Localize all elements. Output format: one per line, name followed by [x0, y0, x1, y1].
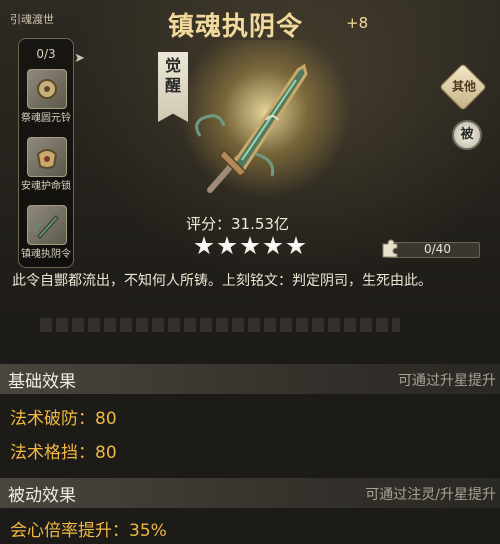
puzzle-piece-icon	[382, 239, 398, 258]
set-item-label: 镇魂执阴令	[21, 249, 71, 260]
basic-effects-title: 基础效果	[8, 372, 76, 392]
item-level: +8	[346, 14, 369, 32]
set-title: 引魂渡世	[10, 13, 54, 26]
stat-line: 法术格挡：80	[10, 443, 117, 463]
passive-effects-header: 被动效果 可通过注灵/升星提升	[0, 478, 500, 508]
rating-score: 评分：31.53亿	[186, 215, 289, 233]
item-name: 镇魂执阴令	[168, 12, 304, 42]
set-item-label: 祭魂圆元铃	[21, 113, 71, 124]
star-icon	[217, 236, 237, 255]
item-description: 此令自酆都流出，不知何人所铸。上刻铭文：判定阴司，生死由此。	[12, 273, 432, 289]
bell-icon	[27, 69, 67, 109]
star-icon	[240, 236, 260, 255]
lock-charm-icon	[27, 137, 67, 177]
weapon-token-image	[195, 63, 308, 193]
star-icon	[194, 236, 214, 255]
progress-text: 0/40	[424, 242, 451, 256]
expand-arrow-icon[interactable]: ➤	[74, 50, 88, 68]
star-rating	[194, 236, 309, 258]
passive-effects-hint: 可通过注灵/升星提升	[365, 487, 496, 503]
stat-line: 法术破防：80	[10, 409, 117, 429]
star-icon	[263, 236, 283, 255]
faded-background-text	[40, 318, 400, 332]
set-count: 0/3	[36, 47, 56, 61]
set-item-label: 安魂护命锁	[21, 181, 71, 192]
basic-effects-header: 基础效果 可通过升星提升	[0, 364, 500, 394]
passive-effects-title: 被动效果	[8, 486, 76, 506]
set-box: 0/3 祭魂圆元铃 安魂护命锁 镇魂执阴令	[18, 38, 74, 268]
sword-token-icon	[27, 205, 67, 245]
star-icon	[286, 236, 306, 255]
stat-line: 会心倍率提升：35%	[10, 521, 167, 541]
basic-effects-hint: 可通过升星提升	[398, 373, 496, 389]
set-panel: 引魂渡世 0/3 祭魂圆元铃 安魂护命锁 镇魂执阴令 ➤	[6, 8, 85, 268]
passive-button[interactable]: 被	[452, 120, 482, 150]
other-button-label: 其他	[452, 79, 477, 94]
